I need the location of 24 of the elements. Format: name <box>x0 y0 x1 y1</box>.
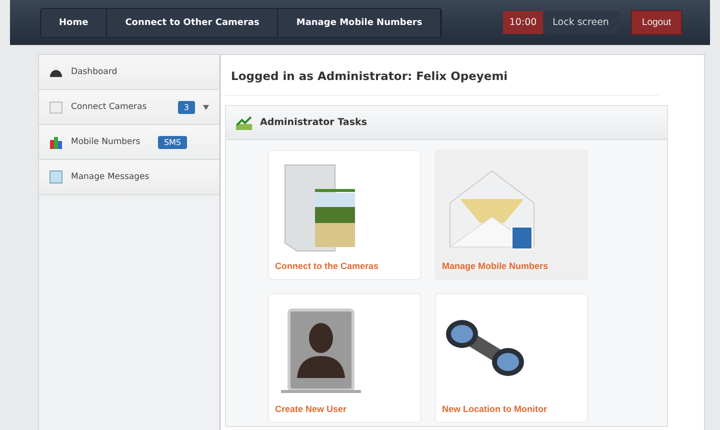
caret-icon <box>203 104 209 110</box>
chart-icon <box>236 116 252 130</box>
sidebar-item[interactable]: Dashboard <box>39 55 219 90</box>
sidebar-item[interactable]: Manage Messages <box>39 160 219 195</box>
sidebar-item[interactable]: Connect Cameras 3 <box>39 90 219 125</box>
bar-chart-icon <box>49 135 63 149</box>
tile-label: Connect to the Cameras <box>275 261 380 271</box>
clock-label: 10:00 <box>503 11 543 34</box>
logout-button[interactable]: Logout <box>630 10 682 35</box>
tile-label: New Location to Monitor <box>442 404 548 414</box>
breadcrumb-link[interactable]: Connect to Other Cameras <box>107 8 278 36</box>
breadcrumb-link[interactable]: Home <box>41 8 108 36</box>
count-badge: 3 <box>178 100 195 114</box>
breadcrumb-link[interactable]: Manage Mobile Numbers <box>278 8 442 36</box>
tile-label: Create New User <box>275 404 348 414</box>
count-badge: SMS <box>158 136 187 148</box>
sidebar-item[interactable]: Mobile Numbers SMS <box>39 125 219 160</box>
page-title: Logged in as Administrator: Felix Opeyemi <box>225 55 658 96</box>
window-icon <box>49 170 63 184</box>
panel-title: Administrator Tasks <box>260 117 367 128</box>
page-icon <box>49 100 63 114</box>
dome-icon <box>49 67 63 77</box>
tile-label: Manage Mobile Numbers <box>442 261 550 271</box>
lock-screen-link[interactable]: Lock screen <box>542 11 619 34</box>
